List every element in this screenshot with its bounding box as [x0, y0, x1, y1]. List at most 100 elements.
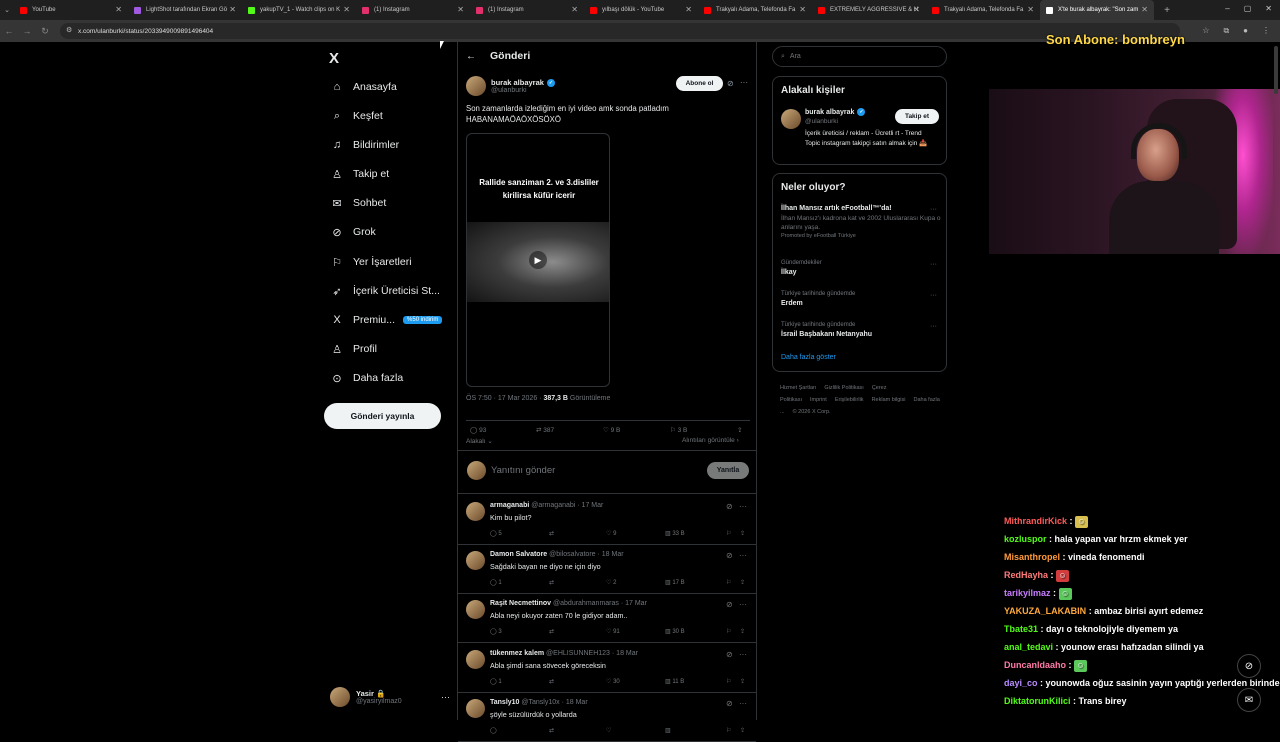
repost-action[interactable]: ⇄ — [549, 678, 554, 685]
repost-action[interactable]: ⇄ — [549, 727, 554, 734]
bookmark-star-icon[interactable]: ☆ — [1202, 26, 1209, 36]
sidebar-item-6[interactable]: ⚐ Yer İşaretleri — [330, 252, 412, 272]
views-action[interactable]: ▥ — [665, 727, 671, 734]
post-time[interactable]: ÖS 7:50 · 17 Mar 2026 · — [466, 395, 543, 402]
like-action[interactable]: ♡ — [606, 727, 611, 734]
sort-dropdown[interactable]: Alakalı ⌄ — [466, 437, 493, 445]
views-action[interactable]: ▥ 17 B — [665, 579, 685, 586]
chat-username[interactable]: Tbate31 — [1004, 624, 1038, 634]
footer-link[interactable]: Hizmet Şartları — [780, 385, 816, 391]
reply-avatar[interactable] — [466, 600, 485, 619]
repost-action[interactable]: ⇄ — [549, 530, 554, 537]
like-action[interactable]: ♡ 2 — [606, 579, 616, 586]
profile-icon[interactable]: ● — [1243, 26, 1248, 36]
maximize-icon[interactable]: ▢ — [1244, 4, 1252, 13]
sidebar-item-10[interactable]: ⊙ Daha fazla — [330, 368, 403, 388]
chat-username[interactable]: anal_tedavi — [1004, 642, 1053, 652]
tab-close-icon[interactable]: ✕ — [1027, 5, 1034, 14]
reply-bookmark-icon[interactable]: ⚐ — [726, 530, 731, 537]
trend-item[interactable]: İlhan Mansız artık eFootball™'da! İlhan M… — [781, 204, 941, 241]
reply-author-name[interactable]: Damon Salvatore — [490, 551, 547, 558]
trend-more-icon[interactable]: ··· — [930, 292, 937, 299]
footer-link[interactable]: Gizlilik Politikası — [824, 385, 863, 391]
reply-item[interactable]: Raşit Necmettinov @abdurahmanmaras · 17 … — [458, 593, 756, 643]
scrollbar[interactable] — [1274, 46, 1278, 94]
author-avatar[interactable] — [466, 76, 486, 96]
chat-username[interactable]: tarikyilmaz — [1004, 588, 1051, 598]
chat-username[interactable]: MithrandirKick — [1004, 516, 1067, 526]
post-more-icon[interactable]: ··· — [740, 78, 748, 87]
reply-action[interactable]: ◯ 1 — [490, 579, 502, 586]
browser-tab[interactable]: Trakyalı Adama, Telefonda Fa ✕ — [926, 0, 1040, 20]
subscribe-button[interactable]: Abone ol — [676, 76, 723, 91]
chat-username[interactable]: dayi_co — [1004, 678, 1038, 688]
like-action[interactable]: ♡ 9 B — [603, 426, 620, 434]
reply-author-name[interactable]: armaganabi — [490, 502, 529, 509]
x-logo[interactable]: X — [329, 50, 339, 67]
browser-tab[interactable]: yakupTV_1 - Watch clips on K ✕ — [242, 0, 356, 20]
tab-close-icon[interactable]: ✕ — [571, 5, 578, 14]
footer-link[interactable]: Reklam bilgisi — [872, 397, 906, 403]
reply-action[interactable]: ◯ 3 — [490, 628, 502, 635]
reply-action[interactable]: ◯ 5 — [490, 530, 502, 537]
chat-username[interactable]: kozluspor — [1004, 534, 1047, 544]
address-bar[interactable]: ⚙ x.com/ulanburki/status/203394900989149… — [60, 23, 1180, 39]
reply-grok-icon[interactable]: ⊘ — [726, 699, 733, 708]
post-author[interactable]: burak albayrak ✓ @ulanburki — [466, 76, 555, 96]
reply-item[interactable]: Tansly10 @Tansly10x · 18 Mar şöyle süzülü… — [458, 692, 756, 742]
footer-link[interactable]: Imprint — [810, 397, 827, 403]
browser-tab[interactable]: Trakyalı Adama, Telefonda Fa ✕ — [698, 0, 812, 20]
account-switcher[interactable]: Yasir 🔒 @yasiryilmaz0 ··· — [330, 684, 450, 710]
sidebar-item-1[interactable]: ⌕ Keşfet — [330, 106, 383, 126]
show-more-link[interactable]: Daha fazla göster — [781, 354, 836, 361]
more-icon[interactable]: ··· — [441, 692, 450, 702]
sidebar-item-8[interactable]: X Premiu... %50 indirim — [330, 310, 443, 330]
reply-share-icon[interactable]: ⇪ — [740, 727, 745, 734]
reply-action[interactable]: ◯ — [490, 727, 497, 734]
reply-grok-icon[interactable]: ⊘ — [726, 502, 733, 511]
browser-tab[interactable]: EXTREMELY AGGRESSIVE & H ✕ — [812, 0, 926, 20]
author-name[interactable]: burak albayrak — [491, 78, 544, 87]
reply-author-name[interactable]: Raşit Necmettinov — [490, 600, 551, 607]
forward-icon[interactable]: → — [18, 26, 36, 36]
browser-tab[interactable]: yılbaşı dölük - YouTube ✕ — [584, 0, 698, 20]
reply-action[interactable]: ◯ 93 — [470, 426, 486, 434]
back-icon[interactable]: ← — [0, 26, 18, 36]
tab-close-icon[interactable]: ✕ — [913, 5, 920, 14]
reply-action[interactable]: ◯ 1 — [490, 678, 502, 685]
reply-more-icon[interactable]: ··· — [739, 551, 747, 560]
sidebar-item-3[interactable]: ♙ Takip et — [330, 164, 389, 184]
sidebar-item-2[interactable]: ♫ Bildirimler — [330, 135, 399, 155]
reply-avatar[interactable] — [466, 551, 485, 570]
sidebar-item-0[interactable]: ⌂ Anasayfa — [330, 77, 397, 97]
browser-tab[interactable]: (1) Instagram ✕ — [356, 0, 470, 20]
close-window-icon[interactable]: ✕ — [1265, 4, 1272, 13]
tab-close-icon[interactable]: ✕ — [115, 5, 122, 14]
reply-more-icon[interactable]: ··· — [739, 502, 747, 511]
reply-bookmark-icon[interactable]: ⚐ — [726, 579, 731, 586]
reply-bookmark-icon[interactable]: ⚐ — [726, 628, 731, 635]
chat-username[interactable]: DiktatorunKilici — [1004, 696, 1071, 706]
trend-more-icon[interactable]: ··· — [930, 206, 937, 213]
reply-more-icon[interactable]: ··· — [739, 650, 747, 659]
reply-item[interactable]: armaganabi @armaganabi · 17 Mar Kim bu pi… — [458, 495, 756, 545]
reply-bookmark-icon[interactable]: ⚐ — [726, 727, 731, 734]
messages-fab-icon[interactable]: ✉ — [1237, 688, 1261, 712]
like-action[interactable]: ♡ 9 — [606, 530, 616, 537]
reply-grok-icon[interactable]: ⊘ — [726, 650, 733, 659]
reply-grok-icon[interactable]: ⊘ — [726, 600, 733, 609]
reply-avatar[interactable] — [466, 650, 485, 669]
browser-tab[interactable]: LightShot tarafından Ekran Gö ✕ — [128, 0, 242, 20]
views-action[interactable]: ▥ 30 B — [665, 628, 685, 635]
sidebar-item-7[interactable]: ➶ İçerik Üreticisi St... — [330, 281, 440, 301]
suggested-name[interactable]: burak albayrak — [805, 109, 854, 116]
tab-close-icon[interactable]: ✕ — [343, 5, 350, 14]
site-info-icon[interactable]: ⚙ — [66, 26, 72, 34]
reload-icon[interactable]: ↻ — [36, 26, 54, 37]
like-action[interactable]: ♡ 30 — [606, 678, 620, 685]
search-input[interactable]: ⌕ Ara — [772, 46, 947, 67]
extensions-icon[interactable]: ⧉ — [1223, 26, 1229, 36]
reply-bookmark-icon[interactable]: ⚐ — [726, 678, 731, 685]
views-action[interactable]: ▥ 33 B — [665, 530, 685, 537]
tab-close-icon[interactable]: ✕ — [457, 5, 464, 14]
